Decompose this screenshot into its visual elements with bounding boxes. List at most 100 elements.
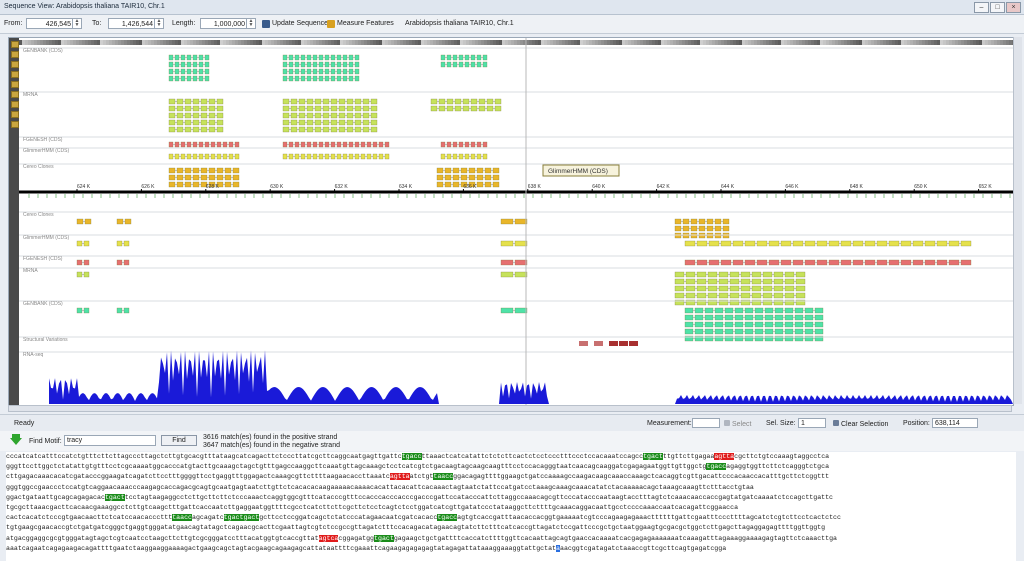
exon-feature[interactable]	[282, 68, 288, 75]
exon-feature[interactable]	[470, 54, 476, 61]
exon-feature[interactable]	[234, 141, 240, 148]
exon-feature[interactable]	[936, 240, 948, 247]
track-canvas[interactable]: GENBANK (CDS) MRNA FGENESH (CDS) GlimmerHMM…	[19, 38, 1013, 405]
exon-feature[interactable]	[936, 259, 948, 266]
to-input[interactable]: 1,426,544 ▲ ▼	[108, 18, 164, 29]
exon-feature[interactable]	[354, 141, 360, 148]
exon-feature[interactable]	[773, 278, 784, 285]
exon-feature[interactable]	[282, 61, 288, 68]
exon-feature[interactable]	[180, 61, 186, 68]
exon-feature[interactable]	[384, 153, 390, 160]
exon-feature[interactable]	[792, 259, 804, 266]
exon-feature[interactable]	[774, 328, 784, 335]
exon-feature[interactable]	[224, 167, 232, 174]
exon-feature[interactable]	[732, 240, 744, 247]
exon-feature[interactable]	[288, 141, 294, 148]
exon-feature[interactable]	[774, 314, 784, 321]
exon-feature[interactable]	[514, 240, 528, 247]
exon-feature[interactable]	[960, 240, 972, 247]
exon-feature[interactable]	[330, 153, 336, 160]
exon-feature[interactable]	[192, 105, 200, 112]
exon-feature[interactable]	[306, 68, 312, 75]
exon-feature[interactable]	[744, 328, 754, 335]
exon-feature[interactable]	[804, 328, 814, 335]
exon-feature[interactable]	[354, 98, 362, 105]
exon-feature[interactable]	[370, 98, 378, 105]
exon-feature[interactable]	[224, 181, 232, 188]
exon-feature[interactable]	[446, 61, 452, 68]
close-icon[interactable]: ×	[1006, 2, 1021, 13]
exon-feature[interactable]	[232, 174, 240, 181]
exon-feature[interactable]	[362, 126, 370, 133]
exon-feature[interactable]	[232, 167, 240, 174]
exon-feature[interactable]	[354, 68, 360, 75]
exon-feature[interactable]	[734, 328, 744, 335]
exon-feature[interactable]	[514, 271, 528, 278]
structural-variant[interactable]	[619, 341, 628, 346]
exon-feature[interactable]	[192, 126, 200, 133]
exon-feature[interactable]	[338, 105, 346, 112]
exon-feature[interactable]	[306, 153, 312, 160]
exon-feature[interactable]	[482, 61, 488, 68]
exon-feature[interactable]	[500, 240, 514, 247]
exon-feature[interactable]	[186, 153, 192, 160]
exon-feature[interactable]	[192, 153, 198, 160]
exon-feature[interactable]	[174, 153, 180, 160]
length-spinner-icon[interactable]: ▲ ▼	[246, 19, 255, 28]
exon-feature[interactable]	[282, 54, 288, 61]
exon-feature[interactable]	[168, 68, 174, 75]
exon-feature[interactable]	[454, 98, 462, 105]
exon-feature[interactable]	[312, 153, 318, 160]
exon-feature[interactable]	[430, 105, 438, 112]
exon-feature[interactable]	[707, 292, 718, 299]
track-handle[interactable]	[11, 101, 19, 108]
exon-feature[interactable]	[476, 61, 482, 68]
exon-feature[interactable]	[222, 141, 228, 148]
exon-feature[interactable]	[168, 98, 176, 105]
exon-feature[interactable]	[438, 98, 446, 105]
exon-feature[interactable]	[76, 218, 84, 225]
exon-feature[interactable]	[186, 141, 192, 148]
exon-feature[interactable]	[208, 174, 216, 181]
exon-feature[interactable]	[814, 328, 824, 335]
exon-feature[interactable]	[192, 98, 200, 105]
exon-feature[interactable]	[464, 61, 470, 68]
exon-feature[interactable]	[718, 278, 729, 285]
exon-feature[interactable]	[192, 181, 200, 188]
exon-feature[interactable]	[348, 54, 354, 61]
exon-feature[interactable]	[348, 141, 354, 148]
exon-feature[interactable]	[468, 174, 476, 181]
exon-feature[interactable]	[674, 285, 685, 292]
exon-feature[interactable]	[314, 126, 322, 133]
exon-feature[interactable]	[708, 259, 720, 266]
exon-feature[interactable]	[330, 61, 336, 68]
exon-feature[interactable]	[912, 240, 924, 247]
exon-feature[interactable]	[804, 321, 814, 328]
exon-feature[interactable]	[336, 153, 342, 160]
exon-feature[interactable]	[294, 68, 300, 75]
exon-feature[interactable]	[354, 153, 360, 160]
exon-feature[interactable]	[462, 98, 470, 105]
exon-feature[interactable]	[492, 167, 500, 174]
exon-feature[interactable]	[324, 141, 330, 148]
exon-feature[interactable]	[200, 167, 208, 174]
exon-feature[interactable]	[476, 141, 482, 148]
exon-feature[interactable]	[804, 259, 816, 266]
exon-feature[interactable]	[318, 141, 324, 148]
exon-feature[interactable]	[336, 75, 342, 82]
exon-feature[interactable]	[740, 285, 751, 292]
exon-feature[interactable]	[751, 292, 762, 299]
exon-feature[interactable]	[192, 68, 198, 75]
exon-feature[interactable]	[348, 68, 354, 75]
exon-feature[interactable]	[198, 61, 204, 68]
exon-feature[interactable]	[300, 54, 306, 61]
exon-feature[interactable]	[192, 75, 198, 82]
exon-feature[interactable]	[795, 271, 806, 278]
structural-variant[interactable]	[594, 341, 603, 346]
exon-feature[interactable]	[123, 240, 130, 247]
exon-feature[interactable]	[674, 278, 685, 285]
exon-feature[interactable]	[338, 98, 346, 105]
exon-feature[interactable]	[784, 271, 795, 278]
exon-feature[interactable]	[707, 278, 718, 285]
exon-feature[interactable]	[216, 119, 224, 126]
